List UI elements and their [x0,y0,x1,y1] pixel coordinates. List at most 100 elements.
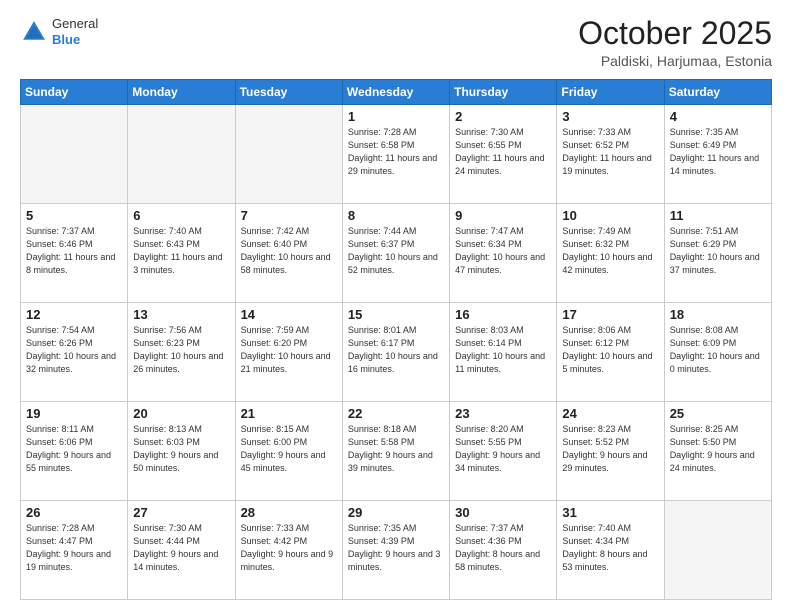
calendar-cell [664,501,771,600]
day-info: Sunrise: 7:42 AM Sunset: 6:40 PM Dayligh… [241,225,337,277]
day-number: 23 [455,406,551,421]
day-info: Sunrise: 7:30 AM Sunset: 6:55 PM Dayligh… [455,126,551,178]
calendar-cell: 21 Sunrise: 8:15 AM Sunset: 6:00 PM Dayli… [235,402,342,501]
month-title: October 2025 [578,16,772,51]
calendar-cell: 10 Sunrise: 7:49 AM Sunset: 6:32 PM Dayli… [557,204,664,303]
day-info: Sunrise: 7:54 AM Sunset: 6:26 PM Dayligh… [26,324,122,376]
day-info: Sunrise: 8:23 AM Sunset: 5:52 PM Dayligh… [562,423,658,475]
calendar-cell: 14 Sunrise: 7:59 AM Sunset: 6:20 PM Dayli… [235,303,342,402]
logo-icon [20,18,48,46]
weekday-header: Tuesday [235,80,342,105]
day-number: 14 [241,307,337,322]
day-info: Sunrise: 7:28 AM Sunset: 6:58 PM Dayligh… [348,126,444,178]
calendar-week-row: 19 Sunrise: 8:11 AM Sunset: 6:06 PM Dayli… [21,402,772,501]
weekday-header: Sunday [21,80,128,105]
calendar-cell: 26 Sunrise: 7:28 AM Sunset: 4:47 PM Dayli… [21,501,128,600]
calendar-cell: 12 Sunrise: 7:54 AM Sunset: 6:26 PM Dayli… [21,303,128,402]
day-info: Sunrise: 8:25 AM Sunset: 5:50 PM Dayligh… [670,423,766,475]
calendar-cell [235,105,342,204]
calendar-cell: 5 Sunrise: 7:37 AM Sunset: 6:46 PM Daylig… [21,204,128,303]
day-number: 7 [241,208,337,223]
day-number: 17 [562,307,658,322]
calendar-cell [128,105,235,204]
day-number: 21 [241,406,337,421]
day-info: Sunrise: 7:28 AM Sunset: 4:47 PM Dayligh… [26,522,122,574]
day-number: 6 [133,208,229,223]
day-info: Sunrise: 7:59 AM Sunset: 6:20 PM Dayligh… [241,324,337,376]
calendar-cell: 23Sunrise: 8:20 AM Sunset: 5:55 PM Dayli… [450,402,557,501]
day-info: Sunrise: 7:33 AM Sunset: 6:52 PM Dayligh… [562,126,658,178]
day-number: 8 [348,208,444,223]
day-number: 3 [562,109,658,124]
day-info: Sunrise: 7:30 AM Sunset: 4:44 PM Dayligh… [133,522,229,574]
day-number: 18 [670,307,766,322]
weekday-header: Wednesday [342,80,449,105]
calendar-cell: 3 Sunrise: 7:33 AM Sunset: 6:52 PM Daylig… [557,105,664,204]
weekday-header: Saturday [664,80,771,105]
day-number: 22 [348,406,444,421]
calendar-cell: 29Sunrise: 7:35 AM Sunset: 4:39 PM Dayli… [342,501,449,600]
day-info: Sunrise: 8:03 AM Sunset: 6:14 PM Dayligh… [455,324,551,376]
day-info: Sunrise: 7:49 AM Sunset: 6:32 PM Dayligh… [562,225,658,277]
calendar-cell: 4Sunrise: 7:35 AM Sunset: 6:49 PM Daylig… [664,105,771,204]
calendar-cell: 6 Sunrise: 7:40 AM Sunset: 6:43 PM Daylig… [128,204,235,303]
calendar-cell: 25 Sunrise: 8:25 AM Sunset: 5:50 PM Dayli… [664,402,771,501]
day-info: Sunrise: 7:37 AM Sunset: 6:46 PM Dayligh… [26,225,122,277]
weekday-header: Monday [128,80,235,105]
calendar-cell: 1 Sunrise: 7:28 AM Sunset: 6:58 PM Daylig… [342,105,449,204]
calendar-week-row: 5 Sunrise: 7:37 AM Sunset: 6:46 PM Daylig… [21,204,772,303]
calendar-cell: 16 Sunrise: 8:03 AM Sunset: 6:14 PM Dayli… [450,303,557,402]
page: General Blue October 2025 Paldiski, Harj… [0,0,792,612]
calendar-cell: 31Sunrise: 7:40 AM Sunset: 4:34 PM Dayli… [557,501,664,600]
day-number: 24 [562,406,658,421]
calendar-cell: 27Sunrise: 7:30 AM Sunset: 4:44 PM Dayli… [128,501,235,600]
day-info: Sunrise: 7:37 AM Sunset: 4:36 PM Dayligh… [455,522,551,574]
day-number: 2 [455,109,551,124]
day-number: 15 [348,307,444,322]
calendar-cell: 17 Sunrise: 8:06 AM Sunset: 6:12 PM Dayli… [557,303,664,402]
weekday-header: Thursday [450,80,557,105]
day-number: 28 [241,505,337,520]
day-info: Sunrise: 8:15 AM Sunset: 6:00 PM Dayligh… [241,423,337,475]
day-info: Sunrise: 8:08 AM Sunset: 6:09 PM Dayligh… [670,324,766,376]
day-info: Sunrise: 7:40 AM Sunset: 6:43 PM Dayligh… [133,225,229,277]
day-number: 19 [26,406,122,421]
day-number: 16 [455,307,551,322]
day-info: Sunrise: 8:18 AM Sunset: 5:58 PM Dayligh… [348,423,444,475]
calendar-cell: 11Sunrise: 7:51 AM Sunset: 6:29 PM Dayli… [664,204,771,303]
title-block: October 2025 Paldiski, Harjumaa, Estonia [578,16,772,69]
calendar-cell: 18 Sunrise: 8:08 AM Sunset: 6:09 PM Dayli… [664,303,771,402]
day-number: 4 [670,109,766,124]
day-number: 9 [455,208,551,223]
calendar-cell: 9 Sunrise: 7:47 AM Sunset: 6:34 PM Daylig… [450,204,557,303]
day-number: 25 [670,406,766,421]
calendar-week-row: 26 Sunrise: 7:28 AM Sunset: 4:47 PM Dayli… [21,501,772,600]
calendar-cell: 20 Sunrise: 8:13 AM Sunset: 6:03 PM Dayli… [128,402,235,501]
day-info: Sunrise: 8:11 AM Sunset: 6:06 PM Dayligh… [26,423,122,475]
day-info: Sunrise: 8:06 AM Sunset: 6:12 PM Dayligh… [562,324,658,376]
calendar-week-row: 1 Sunrise: 7:28 AM Sunset: 6:58 PM Daylig… [21,105,772,204]
day-number: 1 [348,109,444,124]
weekday-header: Friday [557,80,664,105]
calendar-cell: 22 Sunrise: 8:18 AM Sunset: 5:58 PM Dayli… [342,402,449,501]
header: General Blue October 2025 Paldiski, Harj… [20,16,772,69]
location: Paldiski, Harjumaa, Estonia [578,53,772,69]
calendar-cell: 19 Sunrise: 8:11 AM Sunset: 6:06 PM Dayli… [21,402,128,501]
calendar-cell: 30Sunrise: 7:37 AM Sunset: 4:36 PM Dayli… [450,501,557,600]
day-number: 5 [26,208,122,223]
logo: General Blue [20,16,98,47]
day-info: Sunrise: 8:13 AM Sunset: 6:03 PM Dayligh… [133,423,229,475]
day-number: 10 [562,208,658,223]
day-info: Sunrise: 7:40 AM Sunset: 4:34 PM Dayligh… [562,522,658,574]
day-number: 13 [133,307,229,322]
day-info: Sunrise: 7:35 AM Sunset: 4:39 PM Dayligh… [348,522,444,574]
day-number: 20 [133,406,229,421]
day-info: Sunrise: 7:47 AM Sunset: 6:34 PM Dayligh… [455,225,551,277]
day-number: 12 [26,307,122,322]
calendar-table: SundayMondayTuesdayWednesdayThursdayFrid… [20,79,772,600]
calendar-cell: 2 Sunrise: 7:30 AM Sunset: 6:55 PM Daylig… [450,105,557,204]
calendar-cell: 24 Sunrise: 8:23 AM Sunset: 5:52 PM Dayli… [557,402,664,501]
logo-general: General [52,16,98,32]
calendar-cell: 28Sunrise: 7:33 AM Sunset: 4:42 PM Dayli… [235,501,342,600]
day-number: 26 [26,505,122,520]
